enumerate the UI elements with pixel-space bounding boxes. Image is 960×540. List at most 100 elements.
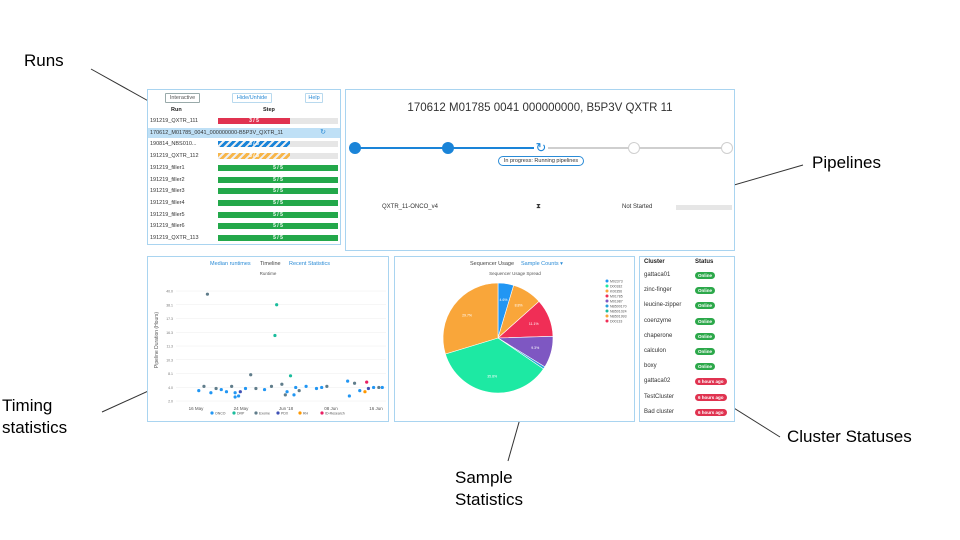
legend-marker [605,309,609,313]
y-tick-label: 10.3 [166,358,173,362]
run-step-fill: 5 / 5 [218,223,338,230]
y-tick-label: 4.0 [168,386,173,390]
cluster-name: zinc-finger [644,287,672,294]
cluster-row[interactable]: Bad cluster 6 hours ago [640,406,734,420]
run-name: 191219_QXTR_111 [150,118,199,124]
legend-marker [232,411,236,415]
run-step-fill: 5 / 5 [218,176,338,183]
help-button[interactable]: Help [305,93,323,103]
pipeline-status: Not Started [622,204,653,210]
data-point [304,384,308,388]
run-row[interactable]: 191219_QXTR_112 3 / 5 [148,151,340,161]
legend-marker [210,411,214,415]
cluster-row[interactable]: gattaca02 6 hours ago [640,375,734,389]
legend-marker [320,411,324,415]
data-point [214,386,218,391]
cluster-row[interactable]: boxy Online [640,360,734,374]
run-step-fill: 3 / 5 [218,153,290,160]
status-column-header: Status [695,259,714,265]
run-step-fill: 5 / 5 [218,235,338,241]
data-point [346,379,350,383]
run-name: 191219_filler4 [150,199,185,206]
stepper-connector [448,147,541,149]
data-point [325,384,329,388]
legend-label: NB501024 [610,309,627,313]
data-point [197,389,201,393]
run-row[interactable]: 191219_QXTR_111 3 / 5 [148,116,340,126]
pie-slice-label: 35.8% [487,374,497,378]
data-point [254,386,258,391]
run-name: 170612_M01785_0041_000000000-B5P3V_QXTR_… [150,129,284,136]
runs-panel: Interactive Hide/Unhide Help Run Step 19… [147,89,341,245]
data-point [236,394,241,398]
run-step-progress: 5 / 5 [218,164,338,171]
cluster-row[interactable]: gattaca01 Online [640,269,734,283]
data-point [363,390,367,394]
x-tick-label: 08 Jun [324,406,338,411]
legend-marker [605,279,609,283]
status-badge: 6 hours ago [695,378,727,386]
cluster-row[interactable]: leucine-zipper Online [640,299,734,313]
stepper-connector [541,147,634,149]
data-point [219,387,223,392]
run-row[interactable]: 191219_QXTR_113 5 / 5 [148,233,340,243]
cluster-row[interactable]: chaperone Online [640,330,734,344]
pipeline-progress-bar [676,205,732,210]
run-row[interactable]: 191219_filler6 5 / 5 [148,221,340,231]
run-step-progress: 3 / 5 [218,153,338,160]
run-row[interactable]: 191219_filler2 5 / 5 [148,175,340,185]
runs-table-header: Run Step [148,107,340,115]
legend-label: NB501993 [610,314,627,318]
run-row[interactable]: 191219_filler5 5 / 5 [148,210,340,220]
data-point [352,381,357,385]
data-point [233,395,237,399]
legend-marker [605,319,609,323]
run-row[interactable]: 170612_M01785_0041_000000000-B5P3V_QXTR_… [148,127,340,138]
status-badge: Online [695,302,716,310]
cluster-name: boxy [644,363,657,370]
run-step-fill: 5 / 5 [218,188,338,195]
pie-slice-label: 11.1% [529,322,539,326]
data-point [280,382,284,386]
data-point [347,394,351,398]
run-name: 191219_QXTR_112 [150,153,199,160]
run-step-progress: 3 / 5 [218,118,338,124]
stepper-connector [355,147,448,149]
run-title: 170612 M01785 0041 000000000, B5P3V QXTR… [407,102,673,114]
hide-unhide-button[interactable]: Hide/Unhide [232,93,272,103]
pie-slice-label: 9.3% [531,346,539,350]
step-column-header: Step [263,107,275,113]
x-tick-label: Jun '18 [279,406,294,411]
y-axis-label: Pipeline Duration (Hours) [154,312,160,368]
x-tick-label: 24 May [234,406,250,411]
x-tick-label: 16 May [189,406,205,411]
y-tick-label: 16.3 [166,331,173,335]
run-row[interactable]: 191219_filler3 5 / 5 [148,186,340,196]
callout-timing-line1: Timing [2,396,53,415]
cluster-panel: Cluster Status gattaca01 Online zinc-finge… [639,256,735,422]
pipeline-name[interactable]: QXTR_11-ONCO_v4 [382,204,438,210]
legend-label: Exome [259,412,270,416]
refresh-icon[interactable]: ↻ [320,128,326,138]
y-tick-label: 40.0 [166,290,173,294]
run-row[interactable]: 191219_filler4 5 / 5 [148,198,340,208]
status-badge: Online [695,272,716,279]
cluster-row[interactable]: TestCluster 6 hours ago [640,391,734,405]
data-point [320,385,324,390]
legend-label: M02373 [610,279,623,283]
run-name: 191219_filler6 [150,223,185,230]
interactive-button[interactable]: Interactive [165,93,200,103]
callout-runs: Runs [24,51,64,70]
cluster-row[interactable]: zinc-finger Online [640,284,734,298]
cluster-row[interactable]: calculon Online [640,345,734,359]
legend-label: K00356 [610,289,622,293]
run-row[interactable]: 190814_NBS010... 3 / 5 [148,139,340,149]
data-point [372,385,376,390]
legend-marker [276,411,280,415]
run-row[interactable]: 191219_filler1 5 / 5 [148,163,340,173]
callout-line-runs [90,68,153,104]
cluster-row[interactable]: coenzyme Online [640,315,734,329]
y-tick-label: 11.3 [166,345,173,349]
runs-toolbar: Interactive Hide/Unhide Help [148,93,340,104]
cluster-name: gattaca01 [644,272,671,278]
